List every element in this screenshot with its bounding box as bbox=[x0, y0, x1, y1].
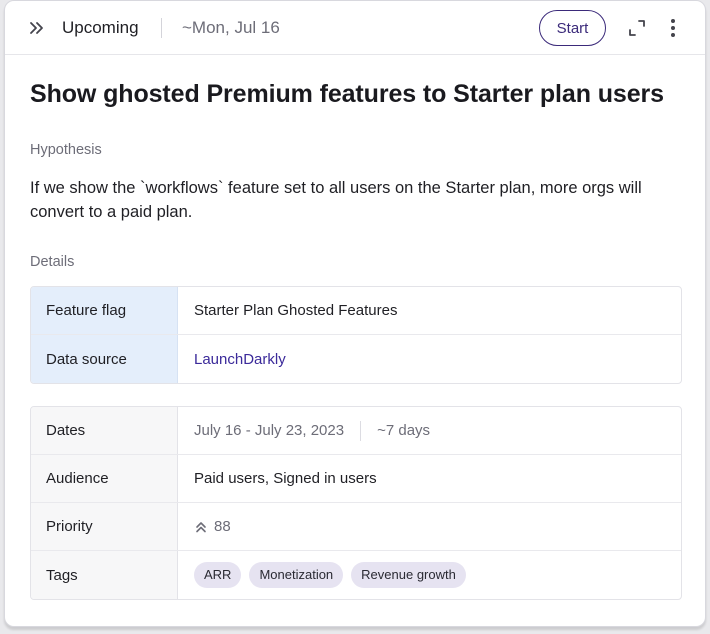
table-row: Data source LaunchDarkly bbox=[31, 335, 681, 383]
flag-details-table: Feature flag Starter Plan Ghosted Featur… bbox=[30, 286, 682, 384]
priority-key: Priority bbox=[31, 503, 178, 550]
start-button[interactable]: Start bbox=[539, 10, 606, 46]
double-chevron-right-icon[interactable] bbox=[29, 20, 45, 36]
header-divider bbox=[161, 18, 162, 38]
vertical-ellipsis-icon[interactable] bbox=[665, 17, 681, 39]
start-date-label: ~Mon, Jul 16 bbox=[182, 18, 280, 37]
audience-value: Paid users, Signed in users bbox=[194, 470, 377, 487]
data-source-link[interactable]: LaunchDarkly bbox=[194, 351, 286, 368]
date-range: July 16 - July 23, 2023 bbox=[194, 422, 345, 439]
experiment-card: Upcoming ~Mon, Jul 16 Start Show ghosted… bbox=[4, 0, 706, 627]
tag-chip[interactable]: Revenue growth bbox=[351, 562, 466, 588]
details-label: Details bbox=[30, 254, 75, 270]
data-source-cell: LaunchDarkly bbox=[178, 335, 681, 383]
status-label: Upcoming bbox=[62, 18, 139, 37]
tags-cell: ARR Monetization Revenue growth bbox=[178, 551, 681, 599]
hypothesis-label: Hypothesis bbox=[30, 142, 102, 158]
priority-cell: 88 bbox=[178, 503, 681, 550]
table-row: Feature flag Starter Plan Ghosted Featur… bbox=[31, 287, 681, 335]
audience-key: Audience bbox=[31, 455, 178, 502]
dates-key: Dates bbox=[31, 407, 178, 454]
table-row: Dates July 16 - July 23, 2023 ~7 days bbox=[31, 407, 681, 455]
priority-value: 88 bbox=[214, 518, 231, 535]
hypothesis-text: If we show the `workflows` feature set t… bbox=[30, 179, 642, 221]
tags-key: Tags bbox=[31, 551, 178, 599]
tag-chip[interactable]: ARR bbox=[194, 562, 242, 588]
feature-flag-value: Starter Plan Ghosted Features bbox=[194, 302, 398, 319]
dates-cell: July 16 - July 23, 2023 ~7 days bbox=[178, 407, 681, 454]
tag-chip[interactable]: Monetization bbox=[249, 562, 344, 588]
fullscreen-icon[interactable] bbox=[627, 18, 647, 38]
dates-divider bbox=[360, 420, 362, 441]
table-row: Tags ARR Monetization Revenue growth bbox=[31, 551, 681, 599]
table-row: Priority 88 bbox=[31, 503, 681, 551]
duration: ~7 days bbox=[377, 422, 431, 439]
table-row: Audience Paid users, Signed in users bbox=[31, 455, 681, 503]
data-source-key: Data source bbox=[31, 335, 178, 383]
double-chevron-up-icon bbox=[194, 520, 208, 534]
card-header: Upcoming ~Mon, Jul 16 Start bbox=[5, 1, 705, 55]
experiment-title: Show ghosted Premium features to Starter… bbox=[30, 80, 664, 108]
experiment-details-table: Dates July 16 - July 23, 2023 ~7 days Au… bbox=[30, 406, 682, 600]
feature-flag-key: Feature flag bbox=[31, 287, 178, 334]
